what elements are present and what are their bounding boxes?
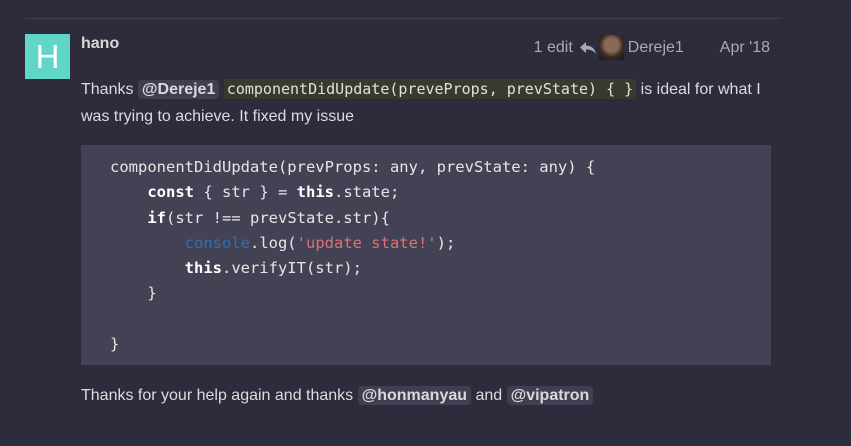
code-text: .state; xyxy=(333,183,400,202)
inline-code: componentDidUpdate(preveProps, prevState… xyxy=(223,79,637,99)
code-line: } xyxy=(110,335,120,354)
code-line: componentDidUpdate(prevProps: any, prevS… xyxy=(110,158,596,176)
code-text: .verifyIT(str); xyxy=(221,259,362,278)
post-date[interactable]: Apr '18 xyxy=(720,39,770,57)
post-meta: 1 edit Dereje1 Apr '18 xyxy=(534,35,770,60)
code-block: componentDidUpdate(prevProps: any, prevS… xyxy=(81,145,771,365)
code-text: .log( xyxy=(249,233,297,252)
author-avatar[interactable]: H xyxy=(25,34,70,79)
author-username[interactable]: hano xyxy=(81,35,119,53)
mention-link[interactable]: @vipatron xyxy=(506,386,594,405)
code-text: ); xyxy=(436,233,456,252)
code-line: } xyxy=(147,284,157,303)
code-builtin: console xyxy=(184,233,250,252)
top-divider xyxy=(25,18,782,19)
code-text: (str !== prevState.str){ xyxy=(166,208,390,227)
editor-avatar[interactable] xyxy=(598,35,624,60)
edit-count-link[interactable]: 1 edit xyxy=(534,39,573,57)
code-text: { str } = xyxy=(194,183,297,202)
mention-link[interactable]: @honmanyau xyxy=(357,386,472,405)
mention-link[interactable]: @Dereje1 xyxy=(137,80,220,99)
body-text-part: Thanks for your help again and thanks xyxy=(81,387,358,404)
code-keyword: this xyxy=(296,183,334,202)
editor-username[interactable]: Dereje1 xyxy=(628,39,684,57)
code-keyword: this xyxy=(184,259,222,278)
post-footer-text: Thanks for your help again and thanks @h… xyxy=(81,383,594,409)
code-keyword: if xyxy=(147,208,166,227)
reply-icon xyxy=(579,41,596,54)
body-text-part: Thanks xyxy=(81,81,138,98)
code-string: 'update state!' xyxy=(296,233,437,252)
post-body: Thanks @Dereje1 componentDidUpdate(preve… xyxy=(81,76,781,130)
body-text-part: and xyxy=(471,387,507,404)
code-keyword: const xyxy=(147,183,194,202)
